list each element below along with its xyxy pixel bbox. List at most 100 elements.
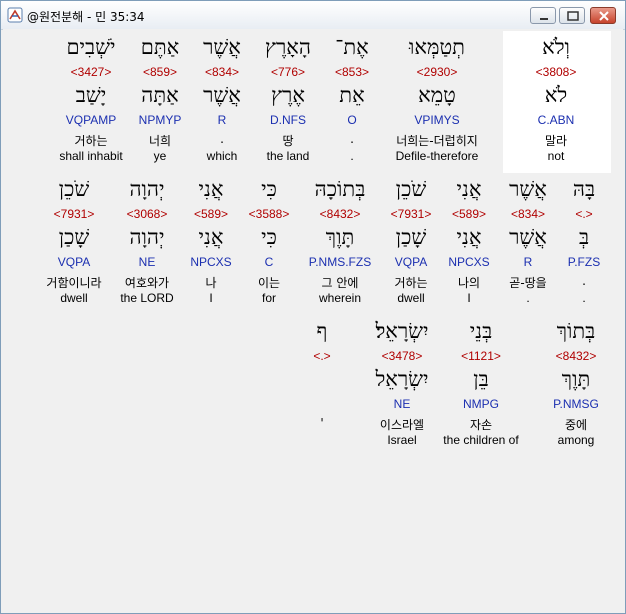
- word-hebrew: ף: [316, 319, 328, 343]
- minimize-button[interactable]: [530, 7, 556, 24]
- word-strong-number: <834>: [510, 207, 546, 221]
- word-strong-number: <3808>: [535, 65, 577, 79]
- word-strong-number: <834>: [204, 65, 240, 79]
- word-english: among: [557, 433, 595, 447]
- word-hebrew: יִשְׂרָאֵל׃: [375, 319, 429, 343]
- word-strong-number: <1121>: [461, 349, 501, 363]
- maximize-button[interactable]: [559, 7, 585, 24]
- word-english: dwell: [397, 291, 425, 305]
- word-morph: R: [523, 255, 533, 269]
- word-morph: VQPA: [394, 255, 428, 269]
- word-english: shall inhabit: [59, 149, 123, 163]
- word-english: wherein: [318, 291, 362, 305]
- word-english: for: [261, 291, 277, 305]
- word-morph: P.FZS: [567, 255, 601, 269]
- word-strong-number: <.>: [575, 207, 593, 221]
- word-lemma: לֹא: [544, 83, 568, 107]
- word-morph: O: [347, 113, 357, 127]
- word-hebrew: וְלֹא: [542, 35, 570, 59]
- word-strong-number: <3588>: [248, 207, 290, 221]
- word-lemma: אֲנִי: [198, 225, 224, 249]
- word-strong-number: <776>: [270, 65, 306, 79]
- word-morph: VQPA: [57, 255, 91, 269]
- word-lemma: טָמֵא: [418, 83, 456, 107]
- word-lemma: בֵּן: [473, 367, 489, 391]
- word-strong-number: <853>: [334, 65, 370, 79]
- word-korean: 곧-땅을: [509, 276, 547, 290]
- word-english: dwell: [60, 291, 88, 305]
- word-morph: NPCXS: [448, 255, 490, 269]
- word-english: the LORD: [120, 291, 174, 305]
- word-korean: .: [220, 132, 224, 146]
- word-strong-number: <2930>: [416, 65, 458, 79]
- word-english: I: [467, 291, 471, 305]
- word-strong-number: <3068>: [126, 207, 168, 221]
- interlinear-view[interactable]: וְלֹא <3808> לֹא C.ABN 말라 not תְטַמְּאוּ <2930>…: [3, 29, 623, 611]
- word-english: the land: [266, 149, 310, 163]
- word-lemma: יִשְׂרָאֵל: [375, 367, 429, 391]
- word-hebrew: יְהוָה: [129, 177, 165, 201]
- word-hebrew: שֹׁכֵן: [58, 177, 90, 201]
- word-hebrew: אֲשֶׁר: [203, 35, 241, 59]
- word-morph: P.NMSG: [553, 397, 599, 411]
- word-morph: D.NFS: [270, 113, 306, 127]
- word-hebrew: שֹׁכֵן: [395, 177, 427, 201]
- word-lemma: שָׁכַן: [395, 225, 427, 249]
- minimize-icon: [540, 18, 548, 20]
- word-lemma: אֲנִי: [456, 225, 482, 249]
- word-hebrew: בְּתוֹכָהּ: [314, 177, 366, 201]
- word-morph: R: [217, 113, 227, 127]
- word-lemma: תָּוֶךְ: [561, 367, 591, 391]
- close-button[interactable]: [590, 7, 616, 24]
- word-hebrew: בְּנֵי: [469, 319, 493, 343]
- close-icon: [599, 11, 609, 21]
- title-bar[interactable]: @원전분해 - 민 35:34: [1, 1, 625, 30]
- word-morph: P.NMS.FZS: [308, 255, 372, 269]
- word-strong-number: <.>: [313, 349, 331, 363]
- word-korean: 중에: [564, 418, 588, 432]
- word-korean: 그 안에: [321, 276, 359, 290]
- word-lemma: אַתָּה: [141, 83, 179, 107]
- word-morph: VQPAMP: [65, 113, 117, 127]
- word-korean: .: [582, 274, 586, 288]
- word-korean: 거하는: [74, 134, 108, 148]
- app-window: @원전분해 - 민 35:34 וְלֹא <3808> לֹא C.ABN 말라 not…: [0, 0, 626, 614]
- word-hebrew: כִּי: [261, 177, 277, 201]
- word-hebrew: אֲנִי: [198, 177, 224, 201]
- word-lemma: שָׁכַן: [58, 225, 90, 249]
- word-hebrew: בָּהּ: [572, 177, 596, 201]
- word-lemma: אֶרֶץ: [271, 83, 305, 107]
- maximize-icon: [567, 11, 579, 21]
- word-korean: 나의: [457, 276, 481, 290]
- word-english: the children of: [443, 433, 519, 447]
- app-logo-icon: [7, 7, 23, 23]
- word-lemma: אֲשֶׁר: [203, 83, 241, 107]
- word-lemma: יָשַׁב: [75, 83, 107, 107]
- word-korean: 여호와가: [124, 276, 170, 290]
- word-strong-number: <8432>: [319, 207, 361, 221]
- word-korean: 거하는: [394, 276, 428, 290]
- word-strong-number: <7931>: [390, 207, 432, 221]
- word-hebrew: תְטַמְּאוּ: [409, 35, 465, 59]
- word-lemma: בְּ: [578, 225, 590, 249]
- word-morph: NE: [393, 397, 411, 411]
- word-morph: NPCXS: [190, 255, 232, 269]
- word-korean: 나: [205, 276, 217, 290]
- word-english: .: [526, 291, 530, 305]
- word-korean: 자손: [469, 418, 493, 432]
- word-english: I: [209, 291, 213, 305]
- word-english: Defile-therefore: [395, 149, 479, 163]
- word-hebrew: הָאָרֶץ: [265, 35, 311, 59]
- word-morph: C.ABN: [537, 113, 575, 127]
- word-korean: .: [350, 132, 354, 146]
- word-english: .: [582, 291, 586, 305]
- word-lemma: יְהוָה: [129, 225, 165, 249]
- word-strong-number: <7931>: [53, 207, 95, 221]
- word-strong-number: <589>: [193, 207, 229, 221]
- word-morph: C: [264, 255, 274, 269]
- word-hebrew: בְּתוֹךְ: [556, 319, 596, 343]
- word-korean: 말라: [544, 134, 568, 148]
- word-lemma: אֵת: [339, 83, 365, 107]
- word-korean: 너희는-더럽히지: [396, 134, 478, 148]
- window-title: @원전분해 - 민 35:34: [27, 10, 145, 24]
